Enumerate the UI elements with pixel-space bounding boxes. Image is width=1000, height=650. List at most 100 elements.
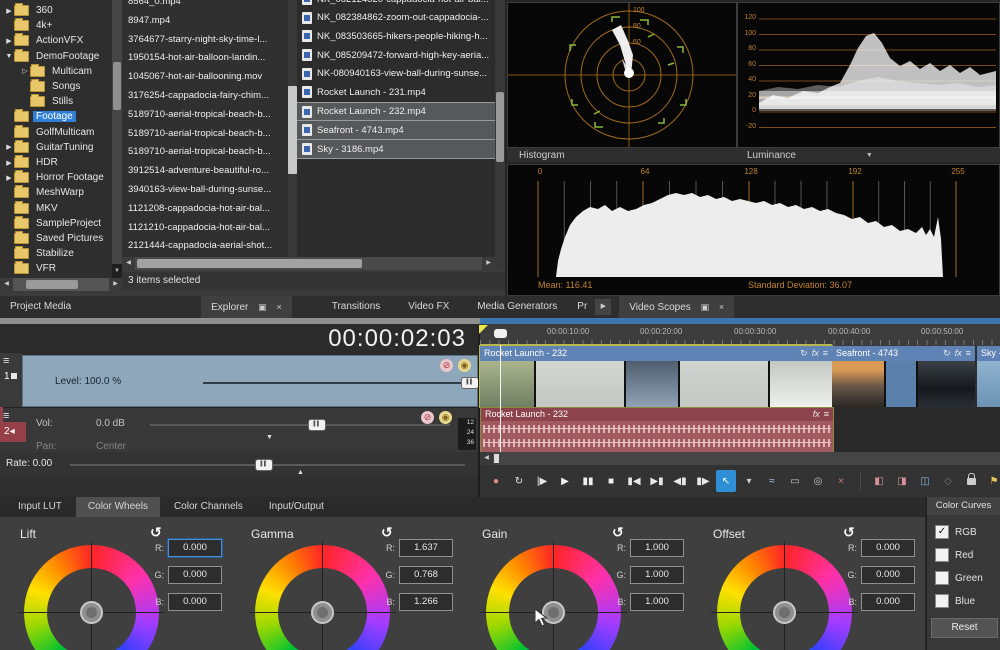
- close-icon[interactable]: ×: [719, 296, 724, 318]
- unchecked-checkbox-icon[interactable]: [935, 571, 949, 585]
- pan-crop-icon[interactable]: ↻: [943, 346, 951, 361]
- fx-icon[interactable]: fx: [955, 346, 962, 361]
- fx-icon[interactable]: fx: [812, 346, 819, 361]
- pan-crop-icon[interactable]: ↻: [800, 346, 808, 361]
- tree-scroll-down-button[interactable]: ▼: [112, 264, 122, 278]
- file-list-item[interactable]: 8564_0.mp4: [122, 0, 288, 11]
- file-list-item[interactable]: 1121208-cappadocia-hot-air-bal...: [122, 200, 288, 218]
- track2-vol-handle[interactable]: ▌▌: [308, 419, 326, 431]
- color-tab-color-wheels[interactable]: Color Wheels: [76, 497, 160, 517]
- lists-horizontal-scroll-thumb[interactable]: [137, 259, 362, 268]
- edit-tool-dropdown-button[interactable]: ▾: [739, 470, 759, 492]
- tree-expand-icon[interactable]: ▶: [4, 7, 14, 15]
- go-to-end-button[interactable]: ▶▮: [647, 470, 667, 492]
- tree-item-songs[interactable]: Songs: [0, 79, 112, 94]
- lists-scroll-right-button[interactable]: ▶: [482, 257, 495, 270]
- file-list-scroll-thumb[interactable]: [288, 86, 297, 174]
- next-frame-button[interactable]: ▮▶: [693, 470, 713, 492]
- selection-edit-tool-button[interactable]: ▭: [785, 470, 805, 492]
- track2-solo-button[interactable]: ◉: [439, 411, 452, 424]
- fx-icon[interactable]: fx: [813, 408, 820, 421]
- wheel-gamma-control[interactable]: [255, 545, 390, 650]
- curves-channel-red[interactable]: Red: [935, 548, 973, 562]
- media-list-scroll-thumb[interactable]: [496, 92, 504, 162]
- hamburger-icon[interactable]: ≡: [824, 408, 829, 421]
- media-list-item[interactable]: Rocket Launch - 231.mp4: [297, 83, 495, 102]
- video-clip-sky[interactable]: Sky - 3186: [977, 346, 1000, 407]
- tree-horizontal-scroll-thumb[interactable]: [26, 280, 78, 289]
- tree-item-hdr[interactable]: ▶HDR: [0, 155, 112, 170]
- tree-item-meshwarp[interactable]: MeshWarp: [0, 185, 112, 200]
- close-icon[interactable]: ×: [276, 296, 281, 318]
- tree-item-360[interactable]: ▶360: [0, 3, 112, 18]
- tree-expand-icon[interactable]: ▶: [4, 174, 14, 182]
- curves-channel-rgb[interactable]: ✓RGB: [935, 525, 977, 539]
- curves-reset-button[interactable]: Reset: [931, 618, 998, 638]
- color-tab-input-lut[interactable]: Input LUT: [6, 497, 74, 517]
- lift-b-value-field[interactable]: 0.000: [168, 593, 222, 611]
- hamburger-icon[interactable]: ≡: [3, 411, 9, 421]
- tree-item-4k-[interactable]: 4k+: [0, 18, 112, 33]
- tab-truncated[interactable]: Pr: [567, 296, 591, 318]
- play-from-start-button[interactable]: |▶: [532, 470, 552, 492]
- tab-overflow-button[interactable]: ▶: [595, 299, 611, 315]
- zoom-edit-tool-button[interactable]: ◎: [808, 470, 828, 492]
- color-tab-input-output[interactable]: Input/Output: [257, 497, 336, 517]
- color-tab-color-channels[interactable]: Color Channels: [162, 497, 255, 517]
- tree-item-sampleproject[interactable]: SampleProject: [0, 216, 112, 231]
- media-list-item[interactable]: NK_082384862-zoom-out-cappadocia-...: [297, 9, 495, 28]
- file-list-item[interactable]: 5189710-aerial-tropical-beach-b...: [122, 143, 288, 161]
- tree-expand-icon[interactable]: ▶: [4, 143, 14, 151]
- offset-b-value-field[interactable]: 0.000: [861, 593, 915, 611]
- file-list-item[interactable]: 3912514-adventure-beautiful-ro...: [122, 162, 288, 180]
- tree-item-footage[interactable]: Footage: [0, 109, 112, 124]
- tree-expand-icon[interactable]: ▶: [4, 37, 14, 45]
- split-button[interactable]: ◫: [915, 470, 935, 492]
- wheel-gain-control[interactable]: [486, 545, 621, 650]
- trim-end-button[interactable]: ◨: [892, 470, 912, 492]
- lists-scroll-left-button[interactable]: ◀: [122, 257, 135, 270]
- marker-button[interactable]: ⚑: [984, 470, 1000, 492]
- previous-frame-button[interactable]: ◀▮: [670, 470, 690, 492]
- audio-track-header[interactable]: ≡ 2◂ Vol: 0.0 dB ▌▌ ▼ Pan: Center ⊘ ◉ 12…: [0, 407, 478, 453]
- tree-item-demofootage[interactable]: ▼DemoFootage: [0, 49, 112, 64]
- tree-expand-icon[interactable]: ▼: [4, 53, 14, 60]
- gamma-b-value-field[interactable]: 1.266: [399, 593, 453, 611]
- wheel-offset-control[interactable]: [717, 545, 852, 650]
- tree-item-vfr[interactable]: VFR: [0, 261, 112, 276]
- tree-item-mkv[interactable]: MKV: [0, 201, 112, 216]
- hamburger-icon[interactable]: ≡: [823, 346, 828, 361]
- checked-checkbox-icon[interactable]: ✓: [935, 525, 949, 539]
- unchecked-checkbox-icon[interactable]: [935, 548, 949, 562]
- pause-button[interactable]: ▮▮: [578, 470, 598, 492]
- timecode-display[interactable]: 00:00:02:03: [328, 325, 466, 353]
- tree-item-stills[interactable]: Stills: [0, 94, 112, 109]
- tree-item-golfmulticam[interactable]: GolfMulticam: [0, 125, 112, 140]
- file-list-item[interactable]: 5189710-aerial-tropical-beach-b...: [122, 106, 288, 124]
- track2-vol-slider[interactable]: [150, 424, 450, 426]
- trim-start-button[interactable]: ◧: [869, 470, 889, 492]
- offset-g-value-field[interactable]: 0.000: [861, 566, 915, 584]
- lift-r-value-field[interactable]: 0.000: [168, 539, 222, 557]
- timeline-horizontal-scrollbar[interactable]: [480, 452, 1000, 465]
- media-list-item[interactable]: Rocket Launch - 232.mp4: [297, 102, 495, 123]
- tree-item-guitartuning[interactable]: ▶GuitarTuning: [0, 140, 112, 155]
- offset-r-value-field[interactable]: 0.000: [861, 539, 915, 557]
- media-list-item[interactable]: Sky - 3186.mp4: [297, 139, 495, 160]
- wheel-handle[interactable]: [311, 601, 334, 624]
- tree-item-horror-footage[interactable]: ▶Horror Footage: [0, 170, 112, 185]
- stop-button[interactable]: ■: [601, 470, 621, 492]
- curves-channel-green[interactable]: Green: [935, 571, 983, 585]
- media-list-item[interactable]: NK_082124820-cappadocia-hot-air-bal...: [297, 0, 495, 9]
- delete-button[interactable]: ×: [831, 470, 851, 492]
- record-button[interactable]: ●: [486, 470, 506, 492]
- audio-clip-rocket-launch[interactable]: Rocket Launch - 232 fx ≡: [480, 407, 834, 454]
- track1-solo-button[interactable]: ◉: [458, 359, 471, 372]
- group-button[interactable]: ◇: [938, 470, 958, 492]
- track1-minimize-icon[interactable]: [11, 373, 17, 379]
- tab-transitions[interactable]: Transitions: [322, 296, 391, 318]
- tab-project-media[interactable]: Project Media: [0, 296, 81, 318]
- lift-g-value-field[interactable]: 0.000: [168, 566, 222, 584]
- file-list-item[interactable]: 2121444-cappadocia-aerial-shot...: [122, 237, 288, 255]
- track2-mute-button[interactable]: ⊘: [421, 411, 434, 424]
